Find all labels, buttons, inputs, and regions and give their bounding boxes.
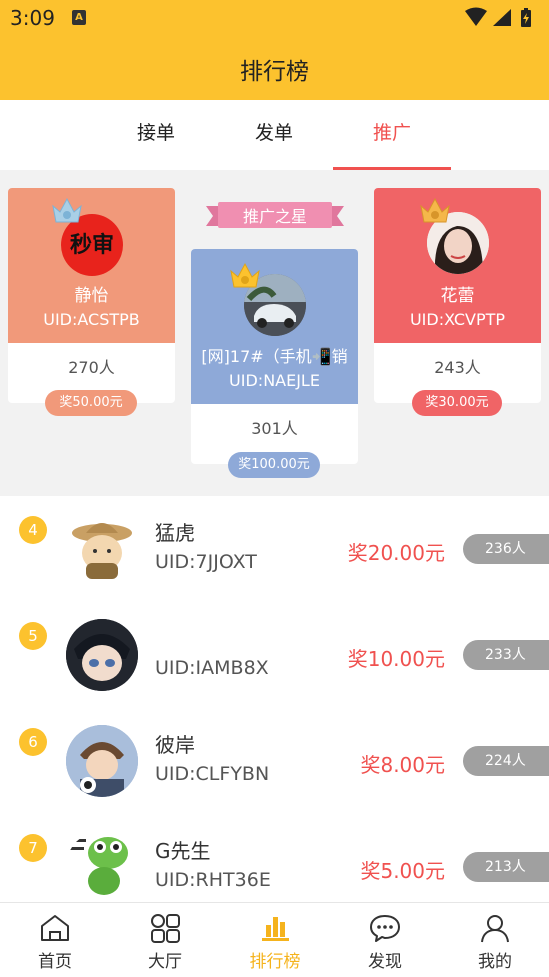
list-item[interactable]: 7 G先生 UID:RHT36E 奖5.00元 213人	[0, 814, 549, 902]
avatar	[66, 619, 138, 691]
nav-label: 发现	[368, 952, 402, 972]
podium-card-first[interactable]: [网]17#（手机📲销 UID:NAEJLE 301人	[191, 249, 358, 464]
nav-discover[interactable]: 发现	[330, 903, 440, 977]
crown-icon	[420, 197, 450, 223]
tab-bar: 接单 发单 推广	[0, 100, 549, 170]
avatar	[66, 725, 138, 797]
user-name: G先生	[155, 839, 211, 863]
reward-amount: 奖5.00元	[360, 859, 445, 883]
status-icons	[463, 7, 539, 33]
crown-icon	[230, 262, 260, 288]
nav-label: 我的	[478, 952, 512, 972]
bottom-nav: 首页 大厅 排行榜 发现 我的	[0, 902, 549, 977]
nav-profile[interactable]: 我的	[440, 903, 549, 977]
reward-amount: 奖10.00元	[347, 647, 445, 671]
user-uid: UID:7JJOXT	[155, 551, 257, 573]
user-uid: UID:IAMB8X	[155, 657, 269, 679]
podium: 推广之星 秒审 静怡 UID:ACSTPB 270人 奖50.00元 [网]17…	[0, 170, 549, 495]
list-item[interactable]: 6 彼岸 UID:CLFYBN 奖8.00元 224人	[0, 708, 549, 814]
podium-count: 301人	[251, 419, 298, 438]
reward-badge: 奖30.00元	[412, 390, 502, 416]
podium-count: 243人	[434, 358, 481, 377]
battery-icon	[521, 8, 531, 27]
signal-icon	[493, 9, 511, 26]
invite-count-badge: 233人	[463, 640, 549, 670]
rank-badge: 6	[19, 728, 47, 756]
grid-icon	[151, 914, 180, 943]
rank-badge: 4	[19, 516, 47, 544]
user-uid: UID:RHT36E	[155, 869, 271, 891]
podium-name: [网]17#（手机📲销	[201, 347, 348, 366]
app-notification-icon: A	[72, 10, 86, 25]
nav-label: 排行榜	[249, 952, 301, 972]
crown-icon	[52, 197, 82, 223]
user-uid: UID:CLFYBN	[155, 763, 270, 785]
reward-amount: 奖8.00元	[360, 753, 445, 777]
reward-badge: 奖100.00元	[228, 452, 320, 478]
invite-count-badge: 224人	[463, 746, 549, 776]
rank-badge: 5	[19, 622, 47, 650]
ranking-icon	[262, 917, 289, 941]
nav-ranking[interactable]: 排行榜	[220, 903, 330, 977]
avatar	[66, 831, 138, 902]
page-title: 排行榜	[240, 59, 309, 85]
user-name: 彼岸	[155, 733, 195, 757]
podium-uid: UID:NAEJLE	[229, 371, 320, 390]
nav-home[interactable]: 首页	[0, 903, 110, 977]
podium-count: 270人	[68, 358, 115, 377]
star-banner-label: 推广之星	[242, 207, 307, 226]
podium-uid: UID:ACSTPB	[43, 310, 140, 329]
status-time: 3:09	[10, 6, 55, 30]
tab-post-orders[interactable]: 发单	[215, 100, 333, 170]
ranking-list: 4 猛虎 UID:7JJOXT 奖20.00元 236人 5 UID:IAMB8…	[0, 496, 549, 902]
reward-amount: 奖20.00元	[347, 541, 445, 565]
tab-receive-orders[interactable]: 接单	[97, 100, 215, 170]
nav-hall[interactable]: 大厅	[110, 903, 220, 977]
reward-badge: 奖50.00元	[45, 390, 137, 416]
nav-label: 大厅	[148, 952, 182, 972]
nav-label: 首页	[38, 952, 72, 972]
podium-name: 花蕾	[440, 286, 475, 306]
app-header: 3:09 A 排行榜	[0, 0, 549, 100]
list-item[interactable]: 4 猛虎 UID:7JJOXT 奖20.00元 236人	[0, 496, 549, 602]
podium-card-third[interactable]: 花蕾 UID:XCVPTP 243人	[374, 188, 541, 403]
list-item[interactable]: 5 UID:IAMB8X 奖10.00元 233人	[0, 602, 549, 708]
invite-count-badge: 213人	[463, 852, 549, 882]
user-name: 猛虎	[155, 521, 195, 545]
avatar	[66, 513, 138, 585]
podium-name: 静怡	[74, 286, 109, 306]
tab-promotion[interactable]: 推广	[333, 100, 451, 170]
podium-card-second[interactable]: 秒审 静怡 UID:ACSTPB 270人	[8, 188, 175, 403]
chat-icon	[370, 915, 400, 942]
podium-uid: UID:XCVPTP	[409, 310, 506, 329]
home-icon	[41, 915, 69, 941]
rank-badge: 7	[19, 834, 47, 862]
profile-icon	[481, 915, 509, 943]
wifi-icon	[465, 7, 487, 26]
invite-count-badge: 236人	[463, 534, 549, 564]
